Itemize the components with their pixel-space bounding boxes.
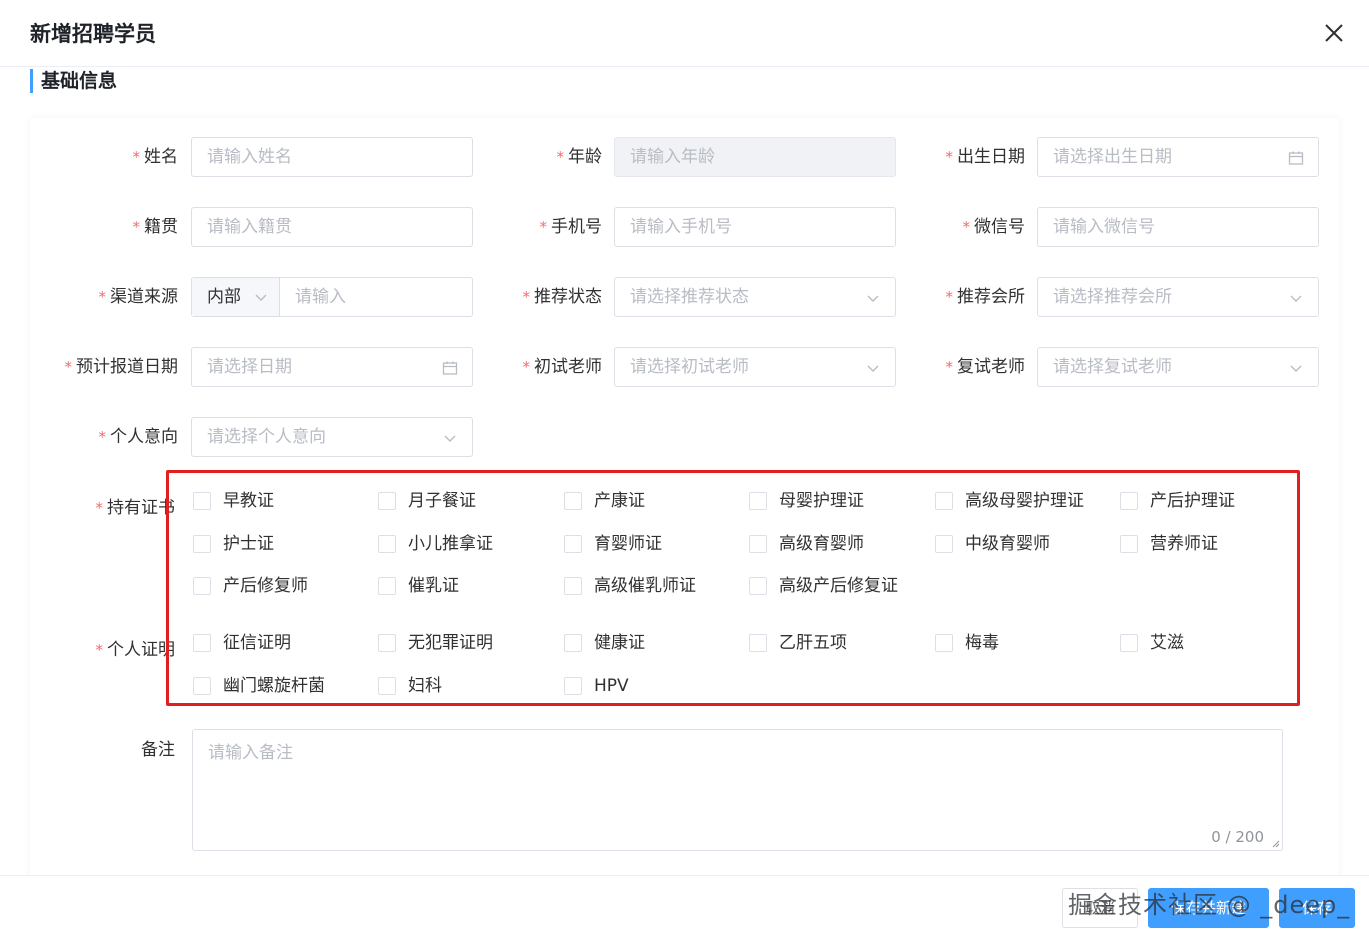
channel-label: * 渠道来源	[98, 287, 179, 307]
watermark: 掘金技术社区 @ _deep_	[1068, 891, 1351, 919]
dialog-header: 新增招聘学员	[0, 0, 1369, 67]
age-input: 请输入年龄	[614, 137, 896, 177]
checkbox-box[interactable]	[193, 534, 211, 553]
checkbox-box[interactable]	[749, 534, 767, 553]
checkbox-label: 乙肝五项	[779, 633, 847, 653]
checkbox-label: 小儿推拿证	[408, 533, 493, 554]
checkbox-box[interactable]	[193, 577, 211, 595]
checkbox-label: 产康证	[594, 491, 645, 511]
chevron-down-icon	[1290, 295, 1302, 302]
checkbox-label: 营养师证	[1150, 533, 1218, 554]
checkbox-box[interactable]	[935, 534, 953, 553]
checkbox-label: 高级产后修复证	[779, 576, 898, 596]
checkbox-label: 高级催乳师证	[594, 576, 696, 596]
birth-label: * 出生日期	[945, 147, 1026, 167]
checkbox-label: 健康证	[594, 633, 645, 653]
age-label: * 年龄	[556, 147, 603, 167]
checkbox-box[interactable]	[564, 492, 582, 510]
checkbox-box[interactable]	[193, 492, 211, 510]
checkbox-box[interactable]	[564, 577, 582, 595]
certificates-label: * 持有证书	[95, 498, 176, 518]
char-counter: 0 / 200	[1211, 828, 1264, 846]
checkbox-box[interactable]	[935, 634, 953, 652]
checkbox-label: 产后护理证	[1150, 491, 1235, 511]
close-icon[interactable]	[1322, 21, 1346, 45]
checkbox-label: 艾滋	[1150, 633, 1184, 653]
phone-input[interactable]: 请输入手机号	[614, 207, 896, 247]
chevron-down-icon	[867, 365, 879, 372]
checkbox-label: HPV	[594, 675, 629, 696]
intent-label: * 个人意向	[98, 427, 179, 447]
checkbox-box[interactable]	[378, 577, 396, 595]
wechat-label: * 微信号	[962, 217, 1026, 237]
checkbox-box[interactable]	[193, 634, 211, 652]
report-date-label: * 预计报道日期	[64, 357, 179, 377]
checkbox-label: 早教证	[223, 491, 274, 511]
checkbox-label: 月子餐证	[408, 491, 476, 511]
checkbox-box[interactable]	[378, 634, 396, 652]
checkbox-box[interactable]	[749, 492, 767, 510]
checkbox-label: 催乳证	[408, 576, 459, 596]
rec-club-label: * 推荐会所	[945, 287, 1026, 307]
checkbox-box[interactable]	[378, 534, 396, 553]
checkbox-box[interactable]	[1120, 492, 1138, 510]
checkbox-box[interactable]	[564, 634, 582, 652]
checkbox-label: 妇科	[408, 675, 442, 696]
native-input[interactable]: 请输入籍贯	[191, 207, 473, 247]
checkbox-box[interactable]	[749, 577, 767, 595]
rec-status-select[interactable]: 请选择推荐状态	[614, 277, 896, 317]
first-teacher-label: * 初试老师	[522, 357, 603, 377]
chevron-down-icon	[255, 294, 267, 301]
chevron-down-icon	[1290, 365, 1302, 372]
checkbox-label: 母婴护理证	[779, 491, 864, 511]
proofs-label: * 个人证明	[95, 640, 176, 660]
checkbox-box[interactable]	[564, 534, 582, 553]
remark-textarea[interactable]: 请输入备注 0 / 200	[192, 729, 1283, 851]
section-title: 基础信息	[30, 69, 117, 93]
checkbox-box[interactable]	[378, 492, 396, 510]
channel-select[interactable]: 内部	[192, 278, 280, 316]
chevron-down-icon	[867, 295, 879, 302]
first-teacher-select[interactable]: 请选择初试老师	[614, 347, 896, 387]
channel-input-group: 内部 请输入	[191, 277, 473, 317]
birth-date-picker[interactable]: 请选择出生日期	[1037, 137, 1319, 177]
intent-select[interactable]: 请选择个人意向	[191, 417, 473, 457]
remark-label: 备注	[141, 740, 175, 760]
checkbox-box[interactable]	[1120, 634, 1138, 652]
channel-detail-input[interactable]: 请输入	[295, 278, 346, 316]
rec-status-label: * 推荐状态	[522, 287, 603, 307]
checkbox-label: 梅毒	[965, 633, 999, 653]
checkbox-label: 高级育婴师	[779, 533, 864, 554]
wechat-input[interactable]: 请输入微信号	[1037, 207, 1319, 247]
rec-club-select[interactable]: 请选择推荐会所	[1037, 277, 1319, 317]
name-input[interactable]: 请输入姓名	[191, 137, 473, 177]
native-label: * 籍贯	[132, 217, 179, 237]
dialog-title: 新增招聘学员	[30, 22, 156, 46]
calendar-icon	[1288, 151, 1304, 165]
checkbox-label: 产后修复师	[223, 576, 308, 596]
checkbox-box[interactable]	[1120, 534, 1138, 553]
checkbox-label: 高级母婴护理证	[965, 491, 1084, 511]
checkbox-label: 育婴师证	[594, 533, 662, 554]
checkbox-label: 中级育婴师	[965, 533, 1050, 554]
resize-grip-icon[interactable]	[1272, 840, 1280, 848]
checkbox-label: 无犯罪证明	[408, 633, 493, 653]
checkbox-box[interactable]	[378, 676, 396, 695]
chevron-down-icon	[444, 435, 456, 442]
phone-label: * 手机号	[539, 217, 603, 237]
name-label: * 姓名	[132, 147, 179, 167]
checkbox-box[interactable]	[935, 492, 953, 510]
checkbox-box[interactable]	[749, 634, 767, 652]
checkbox-box[interactable]	[564, 676, 582, 695]
calendar-icon	[442, 361, 458, 375]
second-teacher-label: * 复试老师	[945, 357, 1026, 377]
checkbox-label: 护士证	[223, 533, 274, 554]
checkbox-box[interactable]	[193, 676, 211, 695]
second-teacher-select[interactable]: 请选择复试老师	[1037, 347, 1319, 387]
checkbox-label: 征信证明	[223, 633, 291, 653]
checkbox-label: 幽门螺旋杆菌	[223, 675, 325, 696]
report-date-picker[interactable]: 请选择日期	[191, 347, 473, 387]
